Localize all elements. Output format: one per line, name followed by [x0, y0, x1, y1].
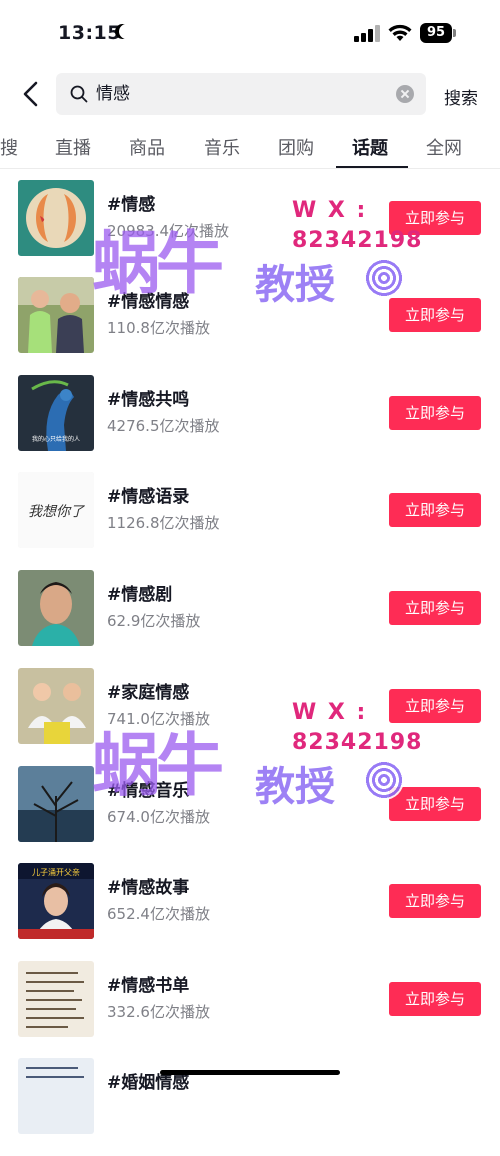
back-arrow-icon[interactable]: [18, 80, 46, 108]
tab-group-buy[interactable]: 团购: [278, 134, 314, 160]
tab-general[interactable]: 搜: [0, 134, 18, 160]
join-button[interactable]: 立即参与: [389, 396, 481, 430]
topic-plays: 4276.5亿次播放: [107, 417, 220, 435]
clear-icon[interactable]: [396, 85, 414, 103]
topic-thumbnail: 我想你了: [18, 472, 94, 548]
tab-products[interactable]: 商品: [129, 134, 165, 160]
topic-plays: 62.9亿次播放: [107, 612, 201, 630]
svg-text:儿子涌开父亲: 儿子涌开父亲: [32, 867, 80, 877]
topic-row[interactable]: #情感剧 62.9亿次播放 立即参与: [0, 570, 500, 668]
battery-tip: [453, 29, 456, 37]
watermark-sub-text: 教授: [255, 764, 335, 810]
search-icon: [70, 85, 88, 103]
topic-plays: 1126.8亿次播放: [107, 514, 220, 532]
join-button[interactable]: 立即参与: [389, 884, 481, 918]
topic-title: #情感共鸣: [107, 390, 190, 410]
watermark-sub-text: 教授: [255, 262, 335, 308]
topic-thumbnail: [18, 961, 94, 1037]
snail-icon: [364, 760, 404, 800]
watermark: 蜗牛 教授 W X : 82342198: [92, 700, 421, 810]
topic-title: #情感故事: [107, 878, 190, 898]
watermark-wx-label: W X :: [292, 700, 368, 725]
status-bar: 13:15 95: [0, 0, 500, 64]
watermark-wx-label: W X :: [292, 198, 368, 223]
topic-thumbnail: 我的心只给我的人: [18, 375, 94, 451]
topic-thumbnail: [18, 570, 94, 646]
tab-topics[interactable]: 话题: [352, 134, 388, 160]
svg-text:我想你了: 我想你了: [28, 504, 86, 520]
topic-row[interactable]: 儿子涌开父亲 #情感故事 652.4亿次播放 立即参与: [0, 863, 500, 961]
tab-live[interactable]: 直播: [55, 134, 91, 160]
status-time: 13:15: [58, 22, 121, 44]
topic-plays: 110.8亿次播放: [107, 319, 210, 337]
tabs-divider: [0, 168, 500, 169]
topic-thumbnail: [18, 1058, 94, 1134]
topic-row[interactable]: #情感书单 332.6亿次播放 立即参与: [0, 961, 500, 1059]
search-input[interactable]: 情感: [56, 73, 426, 115]
category-tabs: 搜 直播 商品 音乐 团购 话题 全网: [0, 130, 500, 168]
watermark-logo-text: 蜗牛: [92, 727, 224, 806]
topic-thumbnail: [18, 180, 94, 256]
topic-title: #情感剧: [107, 585, 173, 605]
tab-music[interactable]: 音乐: [204, 134, 240, 160]
topic-thumbnail: 儿子涌开父亲: [18, 863, 94, 939]
home-indicator[interactable]: [160, 1070, 340, 1075]
watermark: 蜗牛 教授 W X : 82342198: [92, 198, 421, 308]
topic-title: #情感书单: [107, 976, 190, 996]
topic-row[interactable]: 我想你了 #情感语录 1126.8亿次播放 立即参与: [0, 472, 500, 570]
battery-icon: 95: [420, 23, 452, 43]
wifi-icon: [388, 24, 412, 41]
topic-thumbnail: [18, 277, 94, 353]
moon-icon: [119, 24, 134, 39]
search-button[interactable]: 搜索: [444, 84, 478, 109]
svg-text:我的心只给我的人: 我的心只给我的人: [32, 435, 80, 443]
cellular-signal-icon: [354, 25, 380, 42]
watermark-number: 82342198: [292, 730, 423, 755]
topic-title: #情感语录: [107, 487, 190, 507]
watermark-logo-text: 蜗牛: [92, 225, 224, 304]
topic-thumbnail: [18, 668, 94, 744]
topic-plays: 652.4亿次播放: [107, 905, 210, 923]
join-button[interactable]: 立即参与: [389, 493, 481, 527]
topic-plays: 332.6亿次播放: [107, 1003, 210, 1021]
search-query[interactable]: 情感: [96, 83, 130, 105]
join-button[interactable]: 立即参与: [389, 591, 481, 625]
topic-thumbnail: [18, 766, 94, 842]
watermark-number: 82342198: [292, 228, 423, 253]
join-button[interactable]: 立即参与: [389, 982, 481, 1016]
snail-icon: [364, 258, 404, 298]
topic-row[interactable]: 我的心只给我的人 #情感共鸣 4276.5亿次播放 立即参与: [0, 375, 500, 473]
tab-web[interactable]: 全网: [426, 134, 462, 160]
